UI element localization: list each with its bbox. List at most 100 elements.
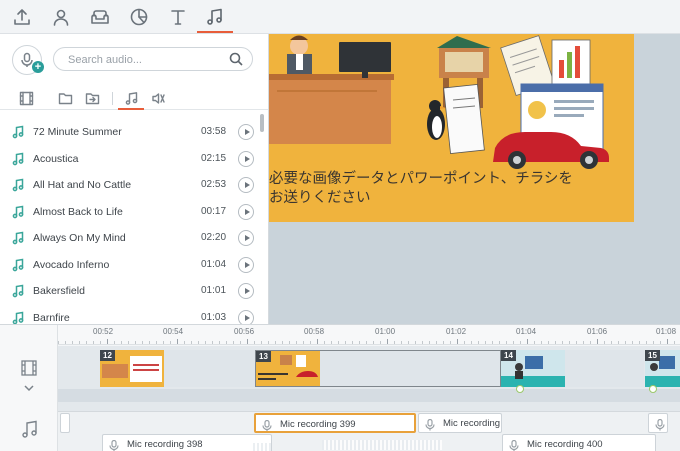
folder-icon[interactable]: [54, 88, 76, 108]
audio-clip[interactable]: Mic recording 398: [102, 434, 272, 451]
ruler-tick: [548, 341, 549, 344]
ruler-tick: [485, 341, 486, 344]
ruler-tick: [436, 341, 437, 344]
ruler-label: 01:02: [446, 327, 467, 336]
audio-icon[interactable]: [200, 4, 230, 30]
ruler-tick: [667, 339, 668, 344]
play-icon[interactable]: [238, 283, 254, 299]
upload-icon[interactable]: [7, 4, 37, 30]
ruler-tick: [282, 341, 283, 344]
list-item[interactable]: Almost Back to Life 00:17: [0, 199, 262, 226]
ruler-tick: [240, 341, 241, 344]
ruler-tick: [100, 341, 101, 344]
track-title: Always On My Mind: [33, 232, 126, 244]
audio-clip[interactable]: [648, 413, 668, 433]
ruler-tick: [471, 341, 472, 344]
track-title: 72 Minute Summer: [33, 126, 122, 138]
list-item[interactable]: Barnfire 01:03: [0, 305, 262, 324]
list-item[interactable]: Bakersfield 01:01: [0, 278, 262, 305]
scene-clip-15[interactable]: 15: [645, 350, 680, 387]
chevron-down-icon[interactable]: [23, 380, 35, 392]
charts-icon[interactable]: [124, 4, 154, 30]
list-item[interactable]: Always On My Mind 02:20: [0, 225, 262, 252]
ruler-tick: [317, 339, 318, 344]
play-icon[interactable]: [238, 203, 254, 220]
ruler-tick: [303, 341, 304, 344]
sound-effects-icon[interactable]: [147, 88, 169, 108]
waveform: [253, 443, 271, 451]
transition-marker[interactable]: [649, 385, 657, 393]
audio-track-list: 72 Minute Summer 03:58 Acoustica 02:15 A…: [0, 119, 262, 324]
audio-clip[interactable]: Mic recording 400: [502, 434, 656, 451]
ruler-tick: [583, 341, 584, 344]
track-duration: 01:03: [201, 311, 227, 323]
list-item[interactable]: Acoustica 02:15: [0, 146, 262, 173]
scene-track: 12 13 14 15: [58, 346, 680, 412]
list-item[interactable]: Avocado Inferno 01:04: [0, 252, 262, 279]
play-icon[interactable]: [238, 124, 254, 140]
music-note-icon: [12, 178, 24, 192]
ruler-tick: [170, 341, 171, 344]
ruler-tick: [597, 339, 598, 344]
music-note-icon: [12, 205, 24, 219]
list-item[interactable]: All Hat and No Cattle 02:53: [0, 172, 262, 199]
ruler-tick: [359, 341, 360, 344]
list-scrollbar[interactable]: [260, 114, 264, 132]
video-icon[interactable]: [15, 88, 37, 108]
ruler-tick: [499, 341, 500, 344]
music-icon[interactable]: [120, 88, 142, 108]
ruler-tick: [457, 339, 458, 344]
transition-marker[interactable]: [516, 385, 524, 393]
play-icon[interactable]: [238, 150, 254, 167]
ruler-tick: [156, 341, 157, 344]
ruler-tick: [114, 341, 115, 344]
character-icon[interactable]: [46, 4, 76, 30]
audio-track: Mic recording 399 Mic recording 3 Mic re…: [58, 412, 680, 451]
ruler-tick: [233, 341, 234, 344]
ruler-label: 00:52: [93, 327, 114, 336]
top-toolbar: [0, 0, 680, 34]
ruler-tick: [387, 339, 388, 344]
ruler-tick: [177, 339, 178, 344]
track-header-column: [0, 325, 58, 451]
ruler-tick: [443, 341, 444, 344]
slide-preview[interactable]: 必要な画像データとパワーポイント、チラシを お送りください: [269, 34, 634, 222]
scene-clip-12[interactable]: 12: [100, 350, 255, 387]
track-duration: 01:04: [201, 258, 227, 270]
track-title: Bakersfield: [33, 285, 85, 297]
scene-clip-13[interactable]: 13: [255, 350, 501, 387]
microphone-icon: [425, 418, 435, 431]
slide-text[interactable]: 必要な画像データとパワーポイント、チラシを お送りください: [269, 170, 629, 208]
audio-library-panel: + 72 Minute Summer 03:58: [0, 34, 269, 324]
ruler-tick: [527, 339, 528, 344]
search-input[interactable]: [68, 51, 228, 68]
ruler-tick: [219, 341, 220, 344]
ruler-tick: [541, 341, 542, 344]
audio-clip-selected[interactable]: Mic recording 399: [254, 413, 416, 433]
props-icon[interactable]: [85, 4, 115, 30]
play-icon[interactable]: [238, 256, 254, 273]
ruler-tick: [660, 341, 661, 344]
ruler-tick: [569, 341, 570, 344]
text-icon[interactable]: [163, 4, 193, 30]
play-icon[interactable]: [238, 177, 254, 193]
search-icon[interactable]: [229, 52, 243, 66]
scene-number: 12: [100, 350, 115, 361]
audio-clip[interactable]: [60, 413, 70, 433]
filter-divider: [112, 92, 113, 105]
music-note-icon: [12, 258, 24, 272]
microphone-icon: [509, 439, 519, 451]
active-tab-indicator: [197, 31, 233, 33]
ruler-tick: [149, 341, 150, 344]
audio-clip[interactable]: Mic recording 3: [418, 413, 502, 433]
import-folder-icon[interactable]: [81, 88, 103, 108]
ruler-tick: [492, 341, 493, 344]
list-item[interactable]: 72 Minute Summer 03:58: [0, 119, 262, 146]
play-icon[interactable]: [238, 230, 254, 246]
play-icon[interactable]: [238, 309, 254, 324]
ruler-tick: [653, 341, 654, 344]
ruler-tick: [72, 341, 73, 344]
scene-clip-14[interactable]: 14: [501, 350, 644, 387]
ruler-tick: [191, 341, 192, 344]
time-ruler[interactable]: 00:52 00:54 00:56 00:58 01:00 01:02 01:0…: [58, 325, 680, 345]
